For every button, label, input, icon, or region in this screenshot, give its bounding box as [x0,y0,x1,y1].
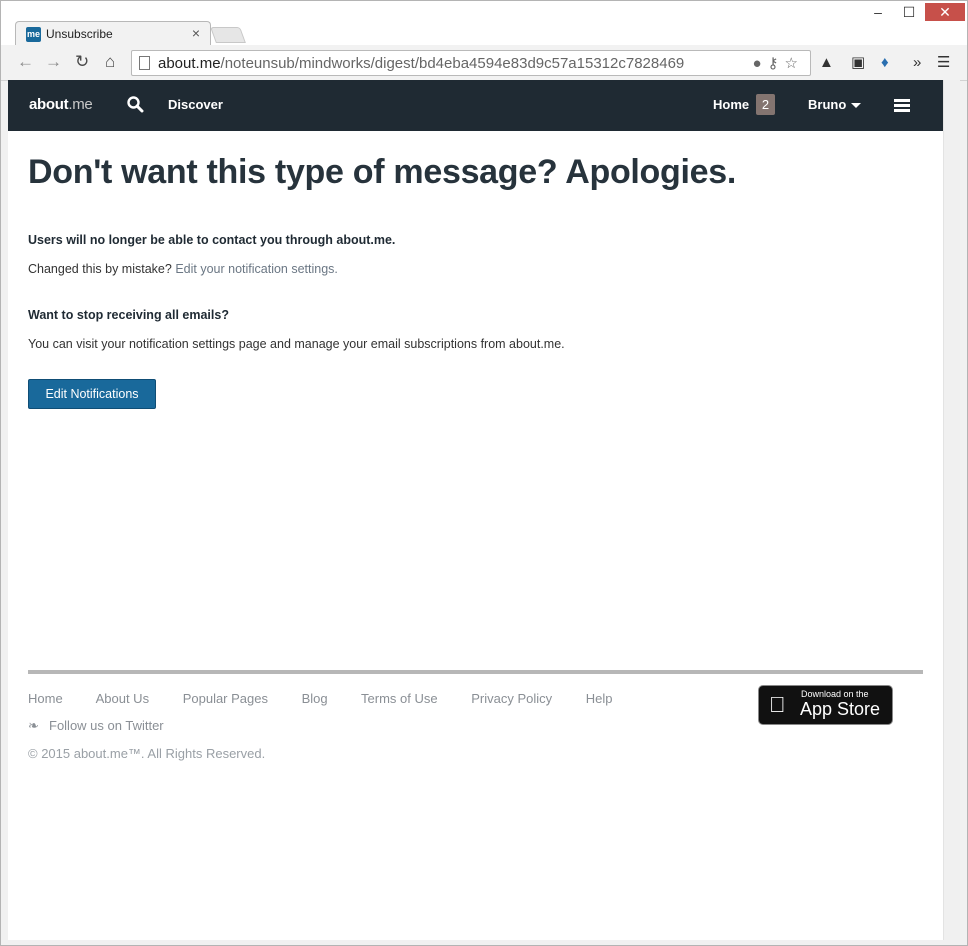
page-title: Don't want this type of message? Apologi… [28,153,737,191]
user-menu[interactable]: Bruno [808,97,846,112]
menu-icon[interactable]: ☰ [937,54,950,72]
page-viewport: about.me Discover Home 2 Bruno Don't wan… [8,80,943,940]
twitter-bird-icon: ❧ [28,718,39,733]
back-icon[interactable]: ← [17,53,34,71]
search-icon[interactable] [126,95,144,113]
stop-text: You can visit your notification settings… [28,337,565,351]
site-logo[interactable]: about.me [29,96,93,113]
extension-puzzle-icon[interactable]: ♦ [881,54,889,72]
url-text[interactable]: about.me/noteunsub/mindworks/digest/bd4e… [158,55,684,72]
home-icon[interactable]: ⌂ [105,53,115,71]
overflow-chevron-icon[interactable]: » [913,54,921,72]
caret-down-icon[interactable] [851,103,861,108]
footer-link-popular-pages[interactable]: Popular Pages [183,691,268,706]
key-icon[interactable]: ⚷ [768,55,785,72]
close-window-button[interactable]: ✕ [925,3,965,21]
maximize-button[interactable]: ☐ [894,3,924,21]
stop-heading: Want to stop receiving all emails? [28,308,229,322]
edit-notifications-button[interactable]: Edit Notifications [28,379,156,409]
app-store-badge[interactable]:  Download on the App Store [758,685,893,725]
page-icon [139,56,150,70]
nav-home[interactable]: Home [713,97,749,112]
copyright-text: © 2015 about.me™. All Rights Reserved. [28,746,266,761]
address-bar[interactable]: about.me/noteunsub/mindworks/digest/bd4e… [131,50,811,76]
browser-toolbar: ← → ↻ ⌂ about.me/noteunsub/mindworks/dig… [1,45,967,81]
footer-link-blog[interactable]: Blog [302,691,328,706]
mistake-text: Changed this by mistake? Edit your notif… [28,262,338,276]
footer-link-about-us[interactable]: About Us [96,691,149,706]
notification-badge[interactable]: 2 [756,94,775,115]
omnibox-icons[interactable]: ●⚷☆ [752,54,804,72]
appstore-small-text: Download on the [801,689,869,699]
footer-link-home[interactable]: Home [28,691,63,706]
minimize-button[interactable]: – [863,3,893,21]
notice-heading: Users will no longer be able to contact … [28,233,396,247]
footer-link-privacy[interactable]: Privacy Policy [471,691,552,706]
tab-close-icon[interactable]: × [192,25,200,41]
footer-link-terms[interactable]: Terms of Use [361,691,438,706]
footer-links: Home About Us Popular Pages Blog Terms o… [28,691,643,706]
site-navbar: about.me Discover Home 2 Bruno [8,80,943,131]
vertical-scrollbar[interactable] [943,80,960,940]
reddit-icon[interactable]: ● [752,55,767,72]
reload-icon[interactable]: ↻ [75,53,89,71]
apple-logo-icon:  [769,692,786,718]
extension-cap-icon[interactable]: ▲ [819,54,834,72]
forward-icon[interactable]: → [45,53,62,71]
title-bar: me Unsubscribe × – ☐ ✕ [1,1,967,47]
favicon-icon: me [26,27,41,42]
twitter-link[interactable]: ❧ Follow us on Twitter [28,718,164,734]
tab-title: Unsubscribe [46,27,113,41]
new-tab-button[interactable] [210,27,246,43]
extension-translate-icon[interactable]: ▣ [851,54,865,72]
hamburger-menu-icon[interactable] [894,99,910,113]
footer-divider [28,670,923,674]
footer-link-help[interactable]: Help [586,691,613,706]
edit-settings-link[interactable]: Edit your notification settings. [175,262,338,276]
nav-discover[interactable]: Discover [168,97,223,112]
appstore-big-text: App Store [800,699,881,719]
star-icon[interactable]: ☆ [785,55,804,72]
browser-tab[interactable]: me Unsubscribe × [15,21,211,47]
